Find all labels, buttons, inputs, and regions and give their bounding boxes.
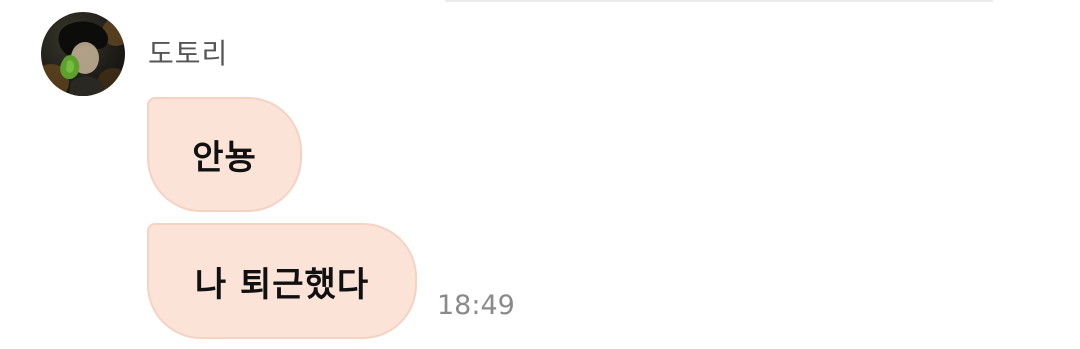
message-bubble[interactable]: 안뇽 (147, 97, 302, 212)
top-divider (445, 0, 993, 2)
message-text: 나 퇴근했다 (194, 264, 370, 305)
message-bubble[interactable]: 나 퇴근했다 (147, 223, 417, 339)
message-timestamp: 18:49 (437, 290, 515, 321)
sender-avatar[interactable] (41, 12, 125, 96)
avatar-image-icon (41, 18, 125, 96)
sender-name: 도토리 (148, 37, 229, 70)
message-text: 안뇽 (192, 138, 257, 178)
